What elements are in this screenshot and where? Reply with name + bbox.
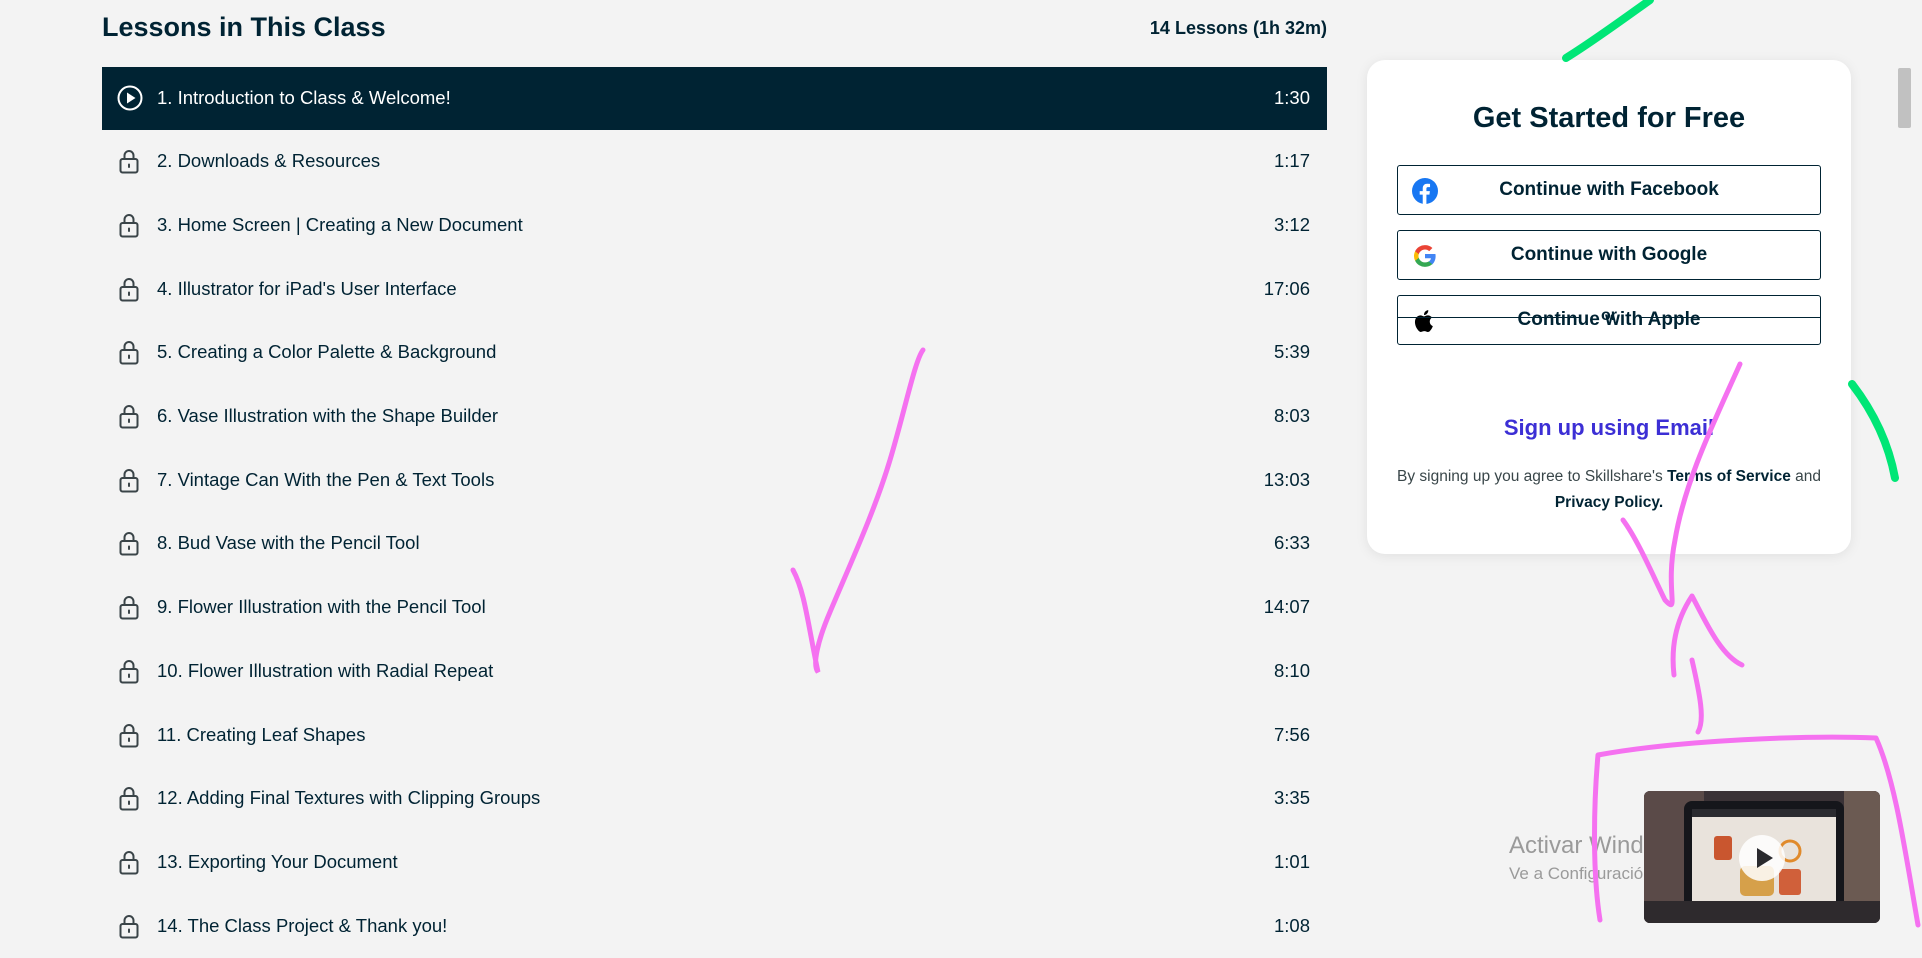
lesson-duration: 6:33	[1273, 532, 1310, 554]
lesson-row[interactable]: 7. Vintage Can With the Pen & Text Tools…	[102, 448, 1327, 512]
lesson-row[interactable]: 6. Vase Illustration with the Shape Buil…	[102, 385, 1327, 449]
signup-title: Get Started for Free	[1472, 102, 1746, 134]
lock-icon	[117, 849, 141, 875]
continue-facebook-button[interactable]: Continue with Facebook	[1397, 165, 1821, 215]
lesson-duration: 3:12	[1273, 214, 1310, 236]
lessons-count: 14 Lessons (1h 32m)	[1149, 18, 1327, 38]
lesson-row[interactable]: 10. Flower Illustration with Radial Repe…	[102, 640, 1327, 704]
legal-and: and	[1790, 468, 1822, 485]
divider-line-right	[1639, 317, 1821, 318]
lock-icon	[117, 467, 141, 493]
lesson-duration: 8:10	[1273, 659, 1310, 681]
lesson-row[interactable]: 13. Exporting Your Document 1:01	[102, 831, 1327, 895]
signup-card: Get Started for Free Continue with Faceb…	[1367, 60, 1851, 554]
legal-suffix: .	[1658, 494, 1664, 511]
lesson-list: 1. Introduction to Class & Welcome! 1:30 2…	[102, 67, 1327, 958]
lessons-header: Lessons in This Class 14 Lessons (1h 32m…	[102, 0, 1327, 56]
facebook-button-label: Continue with Facebook	[1499, 179, 1719, 200]
lock-icon	[117, 785, 141, 811]
lesson-row[interactable]: 4. Illustrator for iPad's User Interface…	[102, 257, 1327, 321]
sign-up-email-link[interactable]: Sign up using Email	[1367, 415, 1851, 441]
lesson-duration: 17:06	[1263, 277, 1310, 299]
lesson-title: 3. Home Screen | Creating a New Document	[157, 214, 523, 236]
privacy-policy-link[interactable]: Privacy Policy	[1555, 494, 1659, 511]
lesson-row[interactable]: 14. The Class Project & Thank you! 1:08	[102, 894, 1327, 958]
lesson-title: 9. Flower Illustration with the Pencil T…	[157, 596, 486, 618]
lesson-title: 7. Vintage Can With the Pen & Text Tools	[157, 468, 495, 490]
lesson-row[interactable]: 8. Bud Vase with the Pencil Tool 6:33	[102, 512, 1327, 576]
lock-icon	[117, 530, 141, 556]
green-annotation-stroke-top	[1562, 0, 1654, 62]
green-annotation-stroke-right	[1848, 380, 1899, 482]
lesson-title: 4. Illustrator for iPad's User Interface	[157, 277, 457, 299]
lesson-title: 13. Exporting Your Document	[157, 850, 398, 872]
continue-google-button[interactable]: Continue with Google	[1397, 230, 1821, 280]
lesson-duration: 14:07	[1263, 596, 1310, 618]
lesson-row[interactable]: 3. Home Screen | Creating a New Document…	[102, 194, 1327, 258]
legal-prefix: By signing up you agree to Skillshare's	[1397, 468, 1668, 485]
lesson-row[interactable]: 5. Creating a Color Palette & Background…	[102, 321, 1327, 385]
play-icon	[1739, 835, 1785, 881]
lock-icon	[117, 913, 141, 939]
lesson-title: 5. Creating a Color Palette & Background	[157, 341, 497, 363]
lesson-duration: 1:01	[1273, 850, 1310, 872]
lesson-duration: 3:35	[1273, 787, 1310, 809]
lesson-duration: 1:08	[1273, 914, 1310, 936]
lesson-title: 6. Vase Illustration with the Shape Buil…	[157, 405, 499, 427]
or-divider: or	[1397, 305, 1821, 327]
play-circle-icon	[117, 85, 143, 111]
lesson-duration: 8:03	[1273, 405, 1310, 427]
lock-icon	[117, 339, 141, 365]
lesson-row[interactable]: 2. Downloads & Resources 1:17	[102, 130, 1327, 194]
lesson-title: 8. Bud Vase with the Pencil Tool	[157, 532, 420, 554]
lesson-duration: 13:03	[1263, 468, 1310, 490]
lesson-title: 10. Flower Illustration with Radial Repe…	[157, 659, 494, 681]
lesson-title: 12. Adding Final Textures with Clipping …	[157, 787, 541, 809]
lesson-duration: 1:17	[1273, 150, 1310, 172]
lock-icon	[117, 403, 141, 429]
lesson-duration: 5:39	[1273, 341, 1310, 363]
google-button-label: Continue with Google	[1510, 244, 1708, 265]
lesson-duration: 7:56	[1273, 723, 1310, 745]
lock-icon	[117, 722, 141, 748]
scrollbar-track[interactable]	[1895, 0, 1912, 934]
lock-icon	[117, 148, 141, 174]
lock-icon	[117, 658, 141, 684]
lock-icon	[117, 212, 141, 238]
lesson-row[interactable]: 11. Creating Leaf Shapes 7:56	[102, 703, 1327, 767]
lessons-title: Lessons in This Class	[102, 12, 386, 42]
lesson-row[interactable]: 9. Flower Illustration with the Pencil T…	[102, 576, 1327, 640]
lesson-row[interactable]: 12. Adding Final Textures with Clipping …	[102, 767, 1327, 831]
legal-text: By signing up you agree to Skillshare's …	[1397, 464, 1821, 516]
lesson-duration: 1:30	[1273, 87, 1310, 108]
lesson-row[interactable]: 1. Introduction to Class & Welcome! 1:30	[102, 67, 1327, 130]
floating-video-thumbnail[interactable]	[1644, 791, 1880, 923]
lock-icon	[117, 276, 141, 302]
scrollbar-thumb[interactable]	[1898, 68, 1911, 128]
or-text: or	[1601, 307, 1617, 324]
terms-of-service-link[interactable]: Terms of Service	[1667, 468, 1791, 485]
lesson-title: 11. Creating Leaf Shapes	[157, 723, 366, 745]
lesson-title: 14. The Class Project & Thank you!	[157, 914, 448, 936]
lesson-title: 1. Introduction to Class & Welcome!	[157, 87, 451, 108]
lock-icon	[117, 594, 141, 620]
lesson-title: 2. Downloads & Resources	[157, 150, 381, 172]
